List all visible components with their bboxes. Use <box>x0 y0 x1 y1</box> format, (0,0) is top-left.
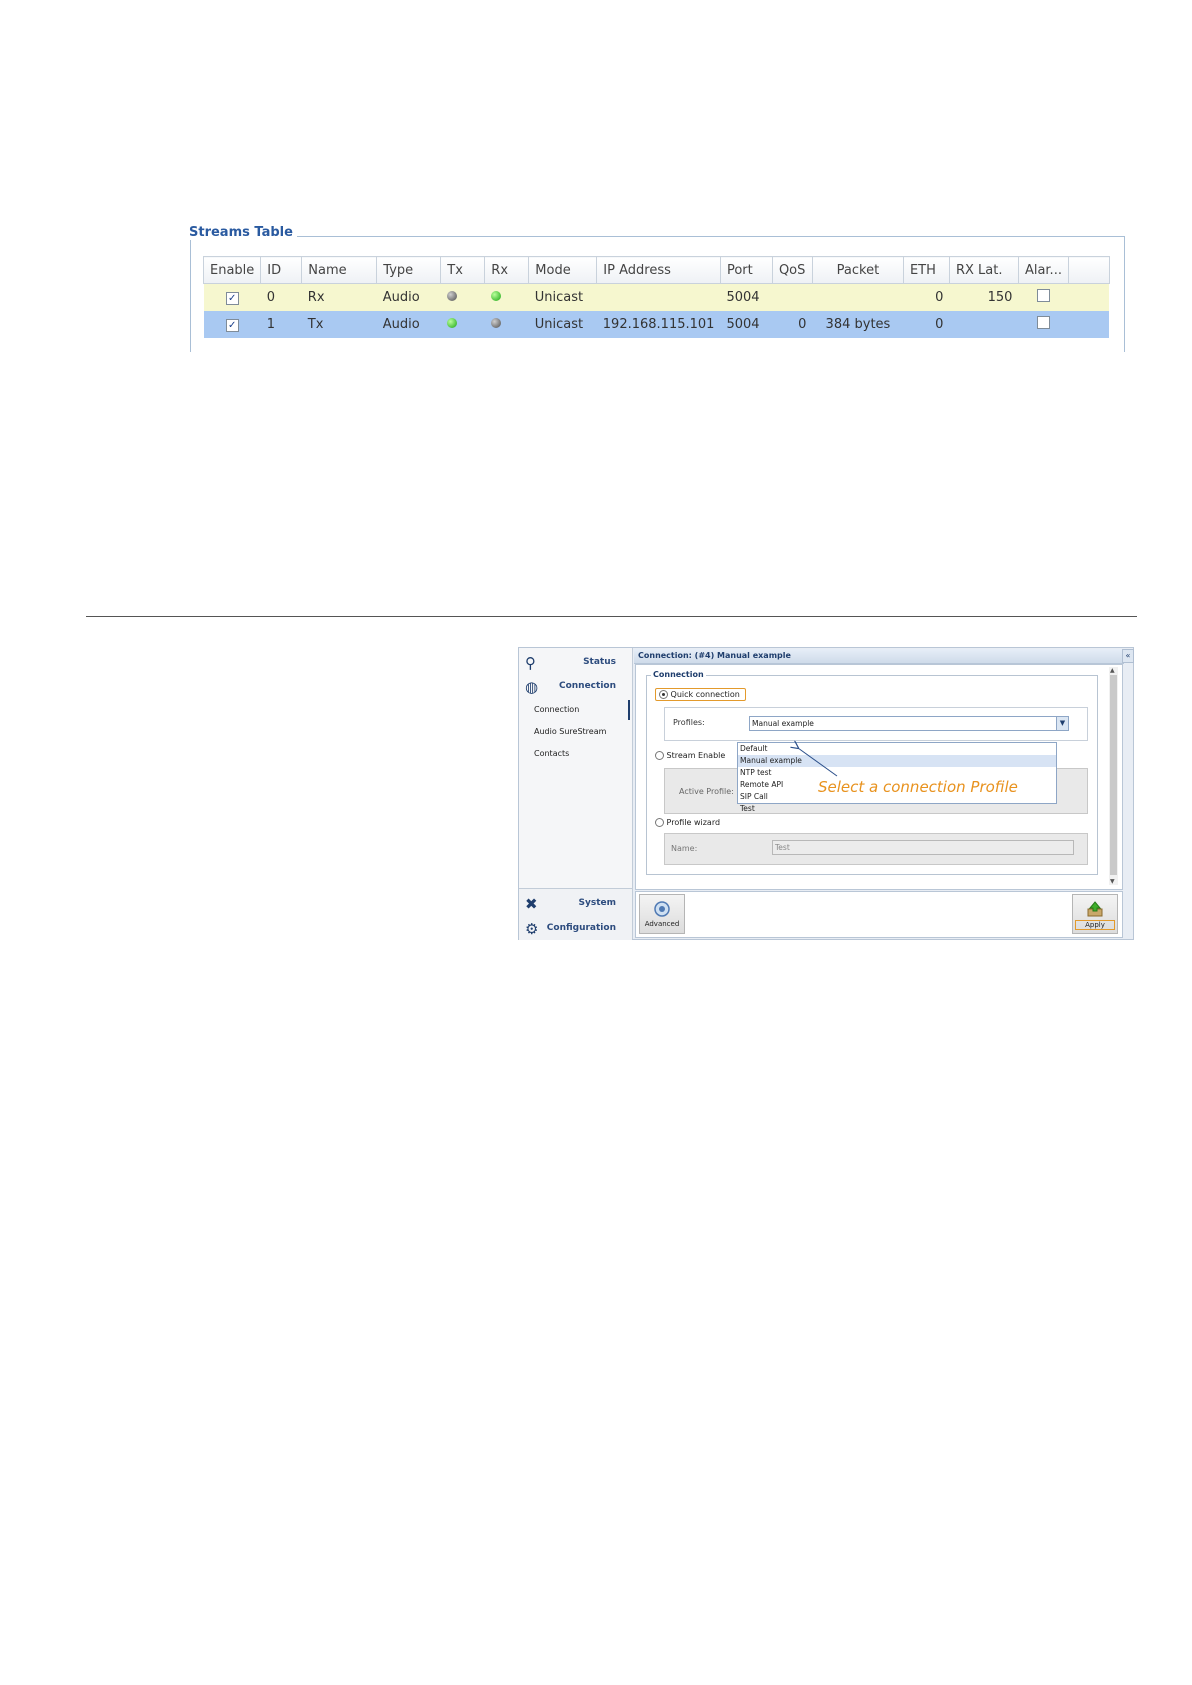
chevron-down-icon[interactable]: ▼ <box>1056 717 1068 730</box>
annotation-arrow <box>795 745 838 777</box>
nav-status[interactable]: ⚲ Status <box>519 650 632 674</box>
alarm-checkbox[interactable] <box>1036 316 1050 329</box>
cell-rx-latency: 150 <box>949 283 1019 311</box>
apply-button[interactable]: Apply <box>1072 894 1118 934</box>
scroll-thumb[interactable] <box>1110 675 1117 875</box>
col-tx[interactable]: Tx <box>440 256 486 284</box>
cell-qos: 0 <box>772 311 813 338</box>
bottom-toolbar: Advanced Apply <box>635 891 1123 938</box>
cell-id: 0 <box>260 283 302 311</box>
collapse-button[interactable]: « <box>1122 649 1134 663</box>
tx-status-led-icon <box>446 318 457 328</box>
col-rx[interactable]: Rx <box>484 256 530 284</box>
page-divider <box>86 616 1137 617</box>
name-label: Name: <box>671 844 698 853</box>
page-title: Connection: (#4) Manual example <box>634 649 1124 664</box>
dropdown-option[interactable]: Test <box>738 803 1056 815</box>
scroll-up-icon[interactable]: ▲ <box>1110 667 1115 674</box>
enable-checkbox[interactable]: ✓ <box>225 319 239 332</box>
col-qos[interactable]: QoS <box>771 256 813 284</box>
cell-mode: Unicast <box>528 311 597 338</box>
col-mode[interactable]: Mode <box>528 256 598 284</box>
profiles-select[interactable]: Manual example ▼ <box>749 716 1069 731</box>
enable-checkbox[interactable]: ✓ <box>225 292 239 305</box>
col-packet[interactable]: Packet <box>811 256 904 284</box>
cell-qos <box>772 283 813 311</box>
cell-packet <box>812 283 904 311</box>
sidebar-bottom: ✖ System ⚙ Configuration <box>519 888 632 940</box>
cell-rx-latency <box>949 311 1019 338</box>
col-enable[interactable]: Enable <box>202 256 262 284</box>
dropdown-option-selected[interactable]: Manual example <box>738 755 1056 767</box>
cell-port: 5004 <box>720 283 773 311</box>
rx-status-led-icon <box>490 318 501 328</box>
connection-content: Connection Quick connection Profiles: Ma… <box>635 664 1123 890</box>
nav-connection[interactable]: ◍ Connection <box>519 674 632 698</box>
annotation-callout: Select a connection Profile <box>818 778 1018 796</box>
col-alarm[interactable]: Alar... <box>1017 256 1069 284</box>
nav-configuration[interactable]: ⚙ Configuration <box>519 916 632 940</box>
sidebar-item-contacts[interactable]: Contacts <box>534 749 569 758</box>
name-input[interactable]: Test <box>772 840 1074 855</box>
cell-ip: 192.168.115.101 <box>596 311 721 338</box>
sidebar-item-audio-surestream[interactable]: Audio SureStream <box>534 727 606 736</box>
cell-id: 1 <box>260 311 302 338</box>
table-row[interactable]: ✓ 0 Rx Audio Unicast 5004 0 150 <box>203 283 1110 311</box>
col-port[interactable]: Port <box>719 256 773 284</box>
advanced-icon <box>654 901 670 917</box>
profiles-label: Profiles: <box>673 718 705 727</box>
cell-name: Tx <box>301 311 377 338</box>
advanced-button[interactable]: Advanced <box>639 894 685 934</box>
wizard-name-group: Name: Test <box>664 833 1088 865</box>
streams-table: Enable ID Name Type Tx Rx Mode IP Addres… <box>202 256 1110 338</box>
col-eth[interactable]: ETH <box>902 256 950 284</box>
streams-table-panel: Streams Table Enable ID Name Type Tx Rx … <box>189 225 1125 352</box>
alarm-checkbox[interactable] <box>1036 289 1050 302</box>
cell-ip <box>596 283 721 311</box>
cell-eth: 0 <box>903 311 950 338</box>
table-row[interactable]: ✓ 1 Tx Audio Unicast 192.168.115.101 500… <box>203 311 1110 338</box>
dropdown-option[interactable]: Default <box>738 743 1056 755</box>
sidebar-item-connection[interactable]: Connection <box>534 705 579 714</box>
vertical-scrollbar[interactable]: ▲ ▼ <box>1109 667 1118 885</box>
sidebar: ⚲ Status ◍ Connection Connection Audio S… <box>519 648 633 940</box>
search-icon: ⚲ <box>525 654 536 672</box>
cell-eth: 0 <box>903 283 950 311</box>
cell-type: Audio <box>376 283 441 311</box>
nav-system[interactable]: ✖ System <box>519 891 632 915</box>
gear-icon: ⚙ <box>525 920 539 938</box>
quick-connection-radio[interactable]: Quick connection <box>655 688 746 701</box>
group-legend: Connection <box>651 670 706 679</box>
col-id[interactable]: ID <box>260 256 303 284</box>
col-ip-address[interactable]: IP Address <box>596 256 721 284</box>
streams-table-title: Streams Table <box>189 225 297 240</box>
rx-status-led-icon <box>490 291 501 301</box>
cell-mode: Unicast <box>528 283 597 311</box>
globe-icon: ◍ <box>525 678 539 696</box>
cell-port: 5004 <box>720 311 773 338</box>
scroll-down-icon[interactable]: ▼ <box>1110 878 1115 885</box>
profile-wizard-radio[interactable]: Profile wizard <box>655 818 720 827</box>
stream-enable-radio[interactable]: Stream Enable <box>655 751 725 760</box>
col-name[interactable]: Name <box>301 256 378 284</box>
cell-type: Audio <box>376 311 441 338</box>
radio-checked-icon <box>659 690 668 699</box>
cell-packet: 384 bytes <box>812 311 904 338</box>
tools-icon: ✖ <box>525 895 538 913</box>
apply-icon <box>1087 901 1103 917</box>
cell-name: Rx <box>301 283 377 311</box>
profiles-group: Profiles: Manual example ▼ <box>664 707 1088 741</box>
active-profile-label: Active Profile: <box>679 787 734 796</box>
col-rx-latency[interactable]: RX Lat. <box>948 256 1019 284</box>
connection-group: Connection Quick connection Profiles: Ma… <box>646 670 1098 875</box>
col-type[interactable]: Type <box>376 256 442 284</box>
radio-unchecked-icon <box>655 751 664 760</box>
active-indicator <box>628 700 630 720</box>
tx-status-led-icon <box>446 291 457 301</box>
radio-unchecked-icon <box>655 818 664 827</box>
col-spacer <box>1067 256 1110 284</box>
